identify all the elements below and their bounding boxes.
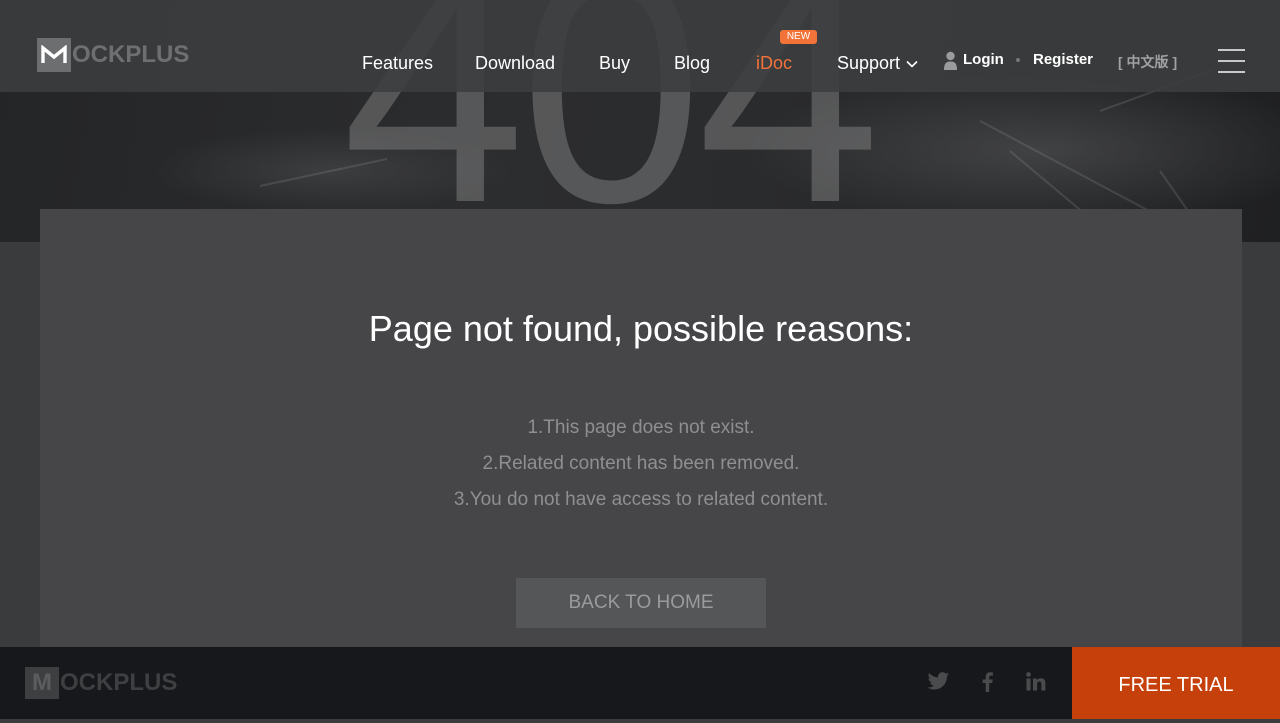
- error-panel: Page not found, possible reasons: 1.This…: [40, 209, 1242, 647]
- free-trial-button[interactable]: FREE TRIAL: [1072, 647, 1280, 719]
- footer-logo-m: M: [25, 667, 59, 699]
- hamburger-menu-icon[interactable]: [1218, 49, 1245, 73]
- reason-item: 3.You do not have access to related cont…: [453, 489, 829, 510]
- nav-support[interactable]: Support: [837, 53, 918, 75]
- facebook-icon[interactable]: [982, 672, 993, 697]
- chevron-down-icon: [906, 61, 918, 68]
- linkedin-icon[interactable]: [1026, 672, 1046, 696]
- page-title: Page not found, possible reasons:: [368, 308, 914, 349]
- footer: M OCKPLUS FREE TRIAL: [0, 647, 1280, 719]
- login-link[interactable]: Login: [963, 51, 1004, 68]
- top-navbar: OCKPLUS Features Download Buy Blog NEW i…: [0, 0, 1280, 92]
- logo-text: OCKPLUS: [72, 41, 190, 68]
- nav-idoc[interactable]: iDoc: [756, 53, 792, 75]
- logo-m-icon: [37, 38, 71, 72]
- nav-blog[interactable]: Blog: [674, 53, 710, 75]
- nav-support-label: Support: [837, 53, 901, 73]
- reason-item: 1.This page does not exist.: [527, 417, 755, 438]
- nav-features[interactable]: Features: [362, 53, 433, 75]
- mockplus-logo[interactable]: OCKPLUS: [37, 38, 189, 72]
- back-to-home-button[interactable]: BACK TO HOME: [516, 578, 766, 628]
- reason-item: 2.Related content has been removed.: [482, 453, 800, 474]
- new-badge: NEW: [780, 30, 817, 44]
- footer-logo-text: OCKPLUS: [60, 669, 178, 696]
- footer-logo[interactable]: M OCKPLUS: [25, 667, 177, 699]
- user-icon: [943, 51, 958, 76]
- nav-download[interactable]: Download: [475, 53, 555, 75]
- separator-dot: [1016, 58, 1020, 62]
- twitter-icon[interactable]: [927, 672, 950, 696]
- nav-buy[interactable]: Buy: [599, 53, 630, 75]
- register-link[interactable]: Register: [1033, 51, 1093, 68]
- language-switch[interactable]: [ 中文版 ]: [1118, 52, 1177, 72]
